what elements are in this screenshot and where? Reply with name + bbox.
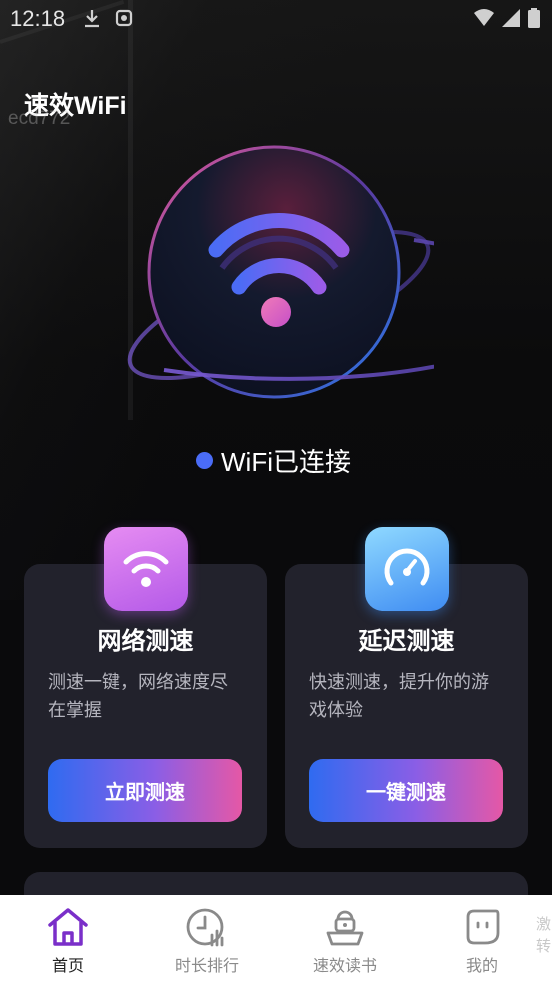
nav-item-home[interactable]: 首页 xyxy=(8,895,128,983)
network-speed-card: 网络测速 测速一键，网络速度尽在掌握 立即测速 xyxy=(24,527,267,848)
nav-item-ranking[interactable]: 时长排行 xyxy=(147,895,267,983)
status-dot-icon xyxy=(196,452,213,469)
profile-icon xyxy=(466,909,500,945)
battery-icon xyxy=(528,8,540,28)
nav-item-reading[interactable]: 速效读书 xyxy=(285,895,405,983)
nav-label: 首页 xyxy=(51,958,84,975)
home-icon xyxy=(48,908,88,946)
card-description: 快速测速，提升你的游戏体验 xyxy=(309,672,489,720)
cell-signal-icon xyxy=(502,9,520,27)
download-icon xyxy=(85,10,99,28)
latency-test-card: 延迟测速 快速测速，提升你的游戏体验 一键测速 xyxy=(285,527,528,848)
nav-label: 速效读书 xyxy=(312,958,377,975)
status-time: 12:18 xyxy=(10,6,66,31)
card-description: 测速一键，网络速度尽在掌握 xyxy=(48,672,228,720)
connection-status: WiFi已连接 xyxy=(196,442,351,479)
nav-label: 我的 xyxy=(465,958,498,975)
start-speed-test-button[interactable]: 立即测速 xyxy=(48,759,242,822)
nav-label: 时长排行 xyxy=(174,958,239,975)
bottom-nav: 首页 时长排行 速效读书 我的 xyxy=(0,895,552,983)
card-title: 延迟测速 xyxy=(358,628,455,655)
wifi-orb-illustration xyxy=(127,145,434,399)
status-icons xyxy=(474,8,540,28)
status-bar: 12:18 xyxy=(0,0,552,38)
connection-status-label: WiFi已连接 xyxy=(221,447,351,477)
nav-item-profile[interactable]: 我的 xyxy=(422,895,542,983)
clock-chart-icon xyxy=(186,908,224,947)
notification-icon xyxy=(115,9,133,27)
book-icon xyxy=(326,910,364,946)
card-title: 网络测速 xyxy=(97,628,194,655)
speedometer-icon xyxy=(365,527,449,611)
wifi-icon xyxy=(104,527,188,611)
watermark-text: ecd772 xyxy=(8,108,71,129)
wifi-signal-icon xyxy=(474,9,494,26)
nav-item-cutoff[interactable]: 激转 xyxy=(536,914,552,958)
one-tap-speed-test-button[interactable]: 一键测速 xyxy=(309,759,503,822)
